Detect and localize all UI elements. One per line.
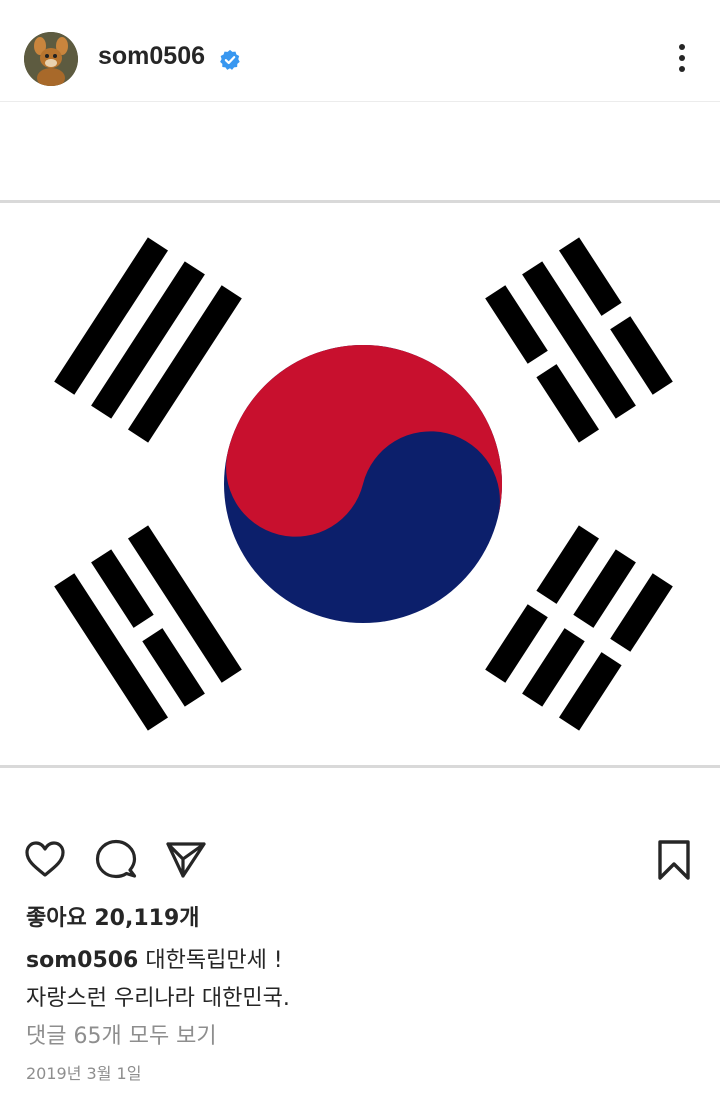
view-all-comments-link[interactable]: 댓글 65개 모두 보기 (26, 1018, 217, 1050)
caption-username[interactable]: som0506 (26, 948, 138, 973)
action-bar (0, 838, 720, 888)
header-username[interactable]: som0506 (98, 42, 205, 71)
more-options-icon[interactable] (670, 40, 694, 76)
avatar-image-icon (24, 32, 78, 86)
post-caption: som0506 대한독립만세 ! 자랑스런 우리나라 대한민국. (26, 942, 696, 1018)
post-image[interactable] (0, 102, 720, 820)
bookmark-icon[interactable] (652, 838, 696, 882)
avatar[interactable] (24, 32, 78, 86)
send-icon[interactable] (164, 838, 208, 882)
like-count[interactable]: 좋아요 20,119개 (26, 900, 200, 932)
post-date: 2019년 3월 1일 (26, 1064, 142, 1083)
post-header: som0506 (0, 0, 720, 102)
verified-badge-icon (220, 49, 240, 70)
caption-line-1: 대한독립만세 ! (145, 948, 283, 973)
caption-line-2: 자랑스런 우리나라 대한민국. (26, 986, 290, 1011)
korean-flag-image (0, 102, 720, 820)
comment-icon[interactable] (94, 838, 138, 882)
heart-icon[interactable] (23, 838, 67, 882)
